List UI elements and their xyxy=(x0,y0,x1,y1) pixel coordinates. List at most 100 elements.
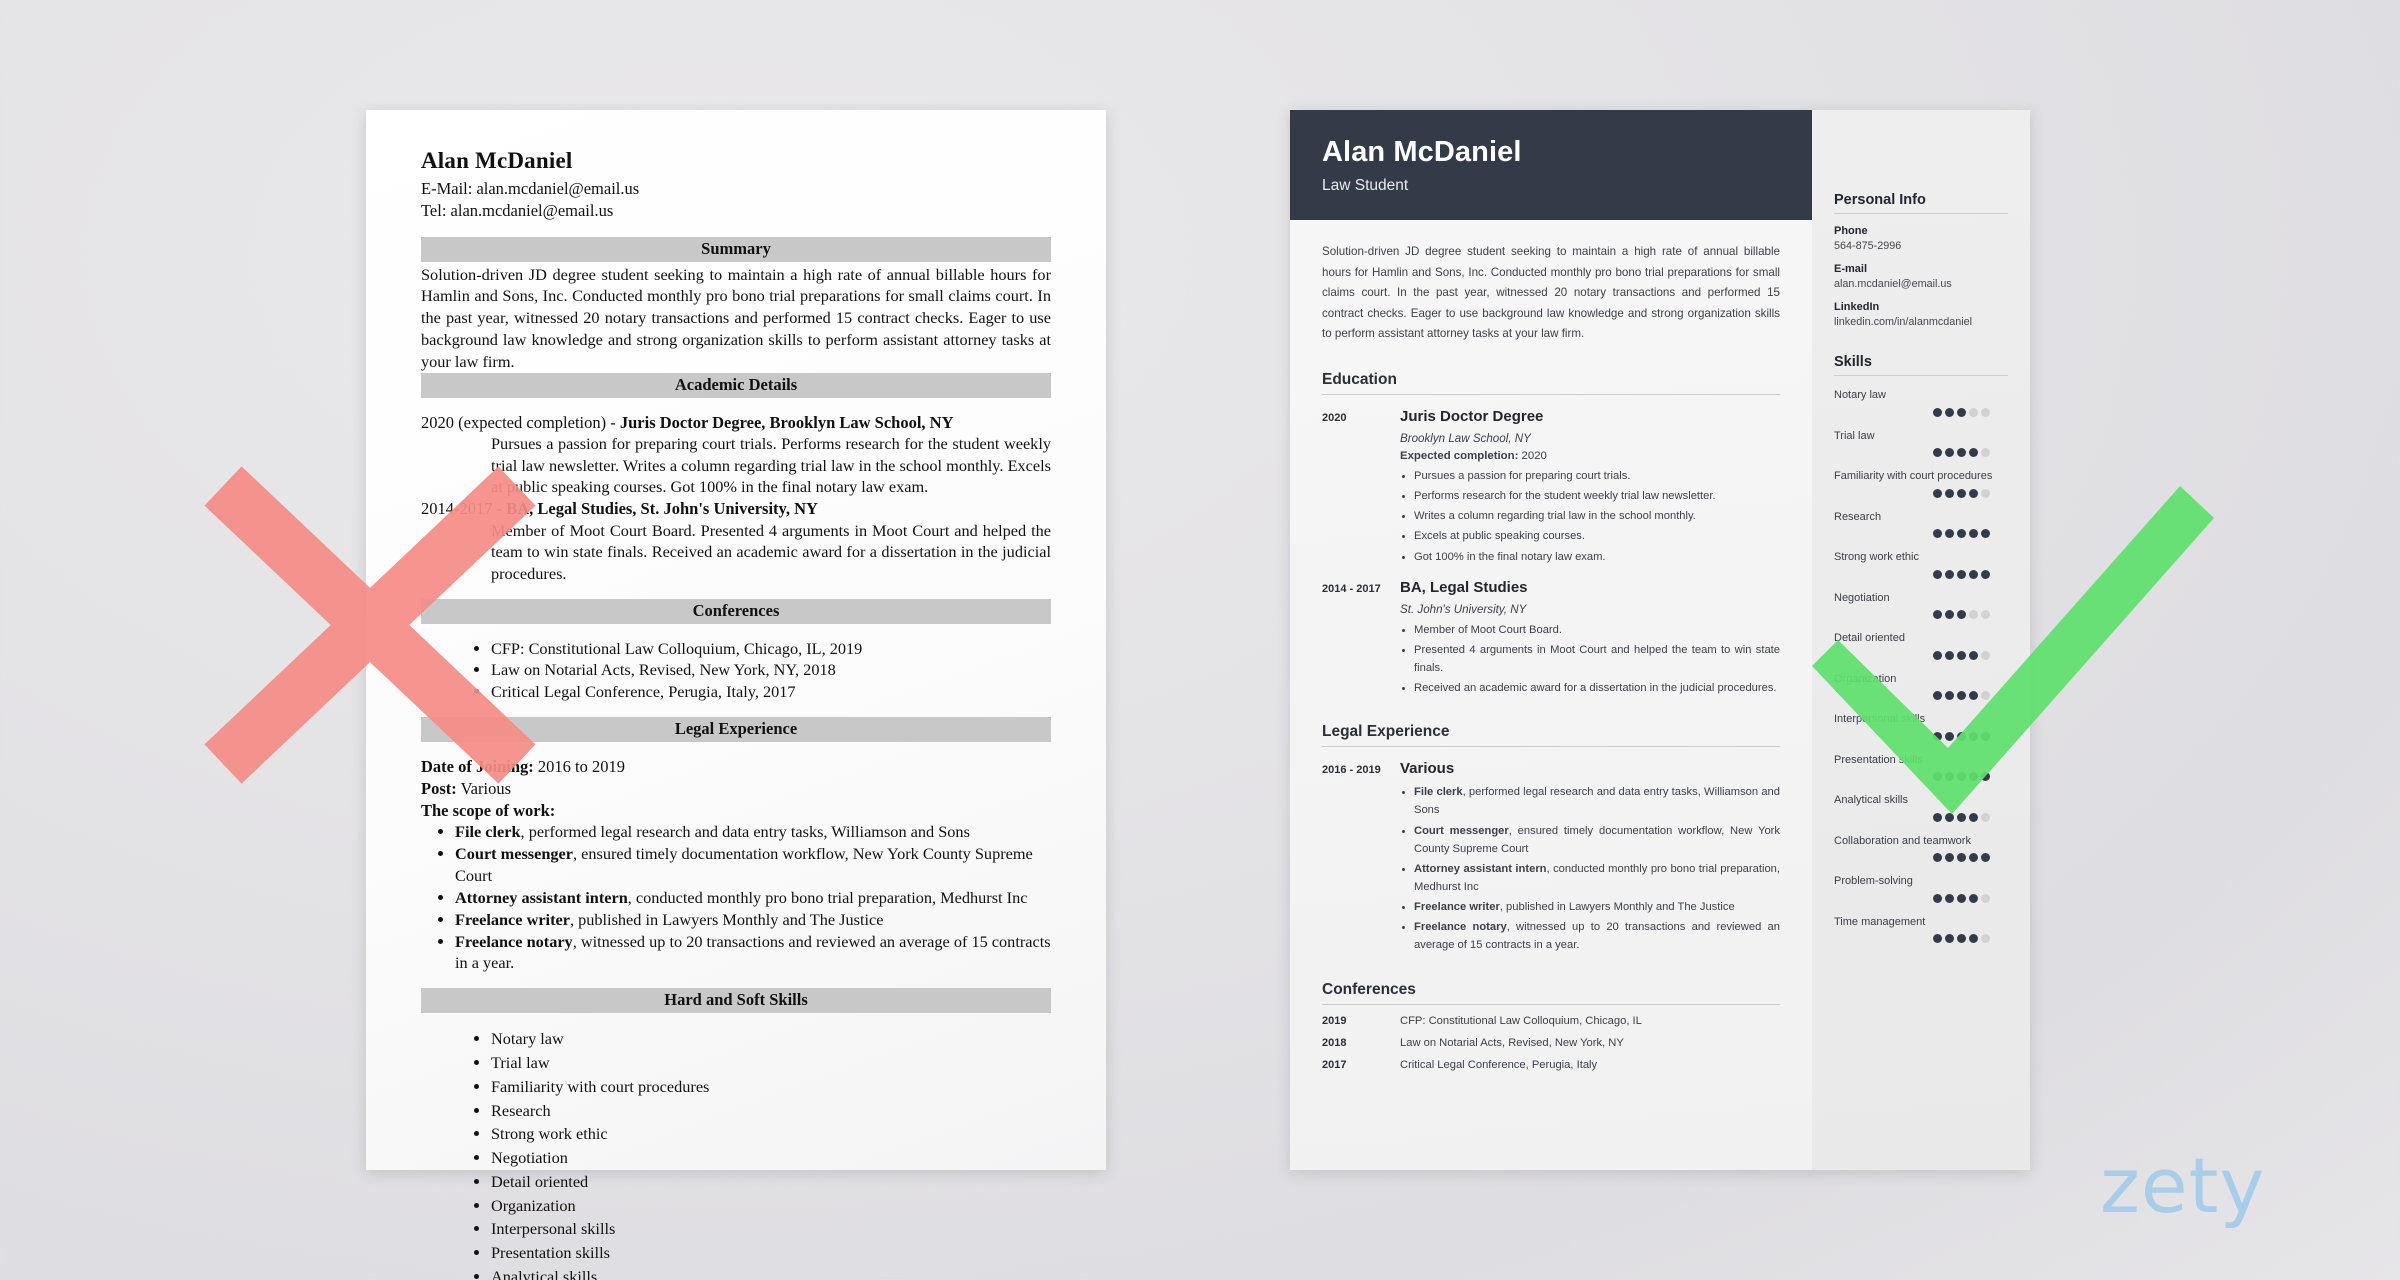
list-item: Court messenger, ensured timely document… xyxy=(455,843,1051,887)
good-conference-year: 2017 xyxy=(1322,1058,1347,1071)
rating-dot xyxy=(1981,407,1990,417)
skill-row: Negotiation xyxy=(1834,590,2008,619)
rating-dot xyxy=(1981,569,1990,579)
skill-name: Negotiation xyxy=(1834,591,1890,604)
list-item: Received an academic award for a dissert… xyxy=(1414,679,1780,697)
bad-skills-list: Notary lawTrial lawFamiliarity with cour… xyxy=(421,1027,1051,1280)
rating-dot xyxy=(1945,691,1954,700)
list-item: Attorney assistant intern, conducted mon… xyxy=(1414,860,1780,896)
skill-name: Time management xyxy=(1834,915,1926,928)
rating-dot xyxy=(1969,772,1978,781)
bad-experience-date: Date of Joining: 2016 to 2019 xyxy=(421,757,625,777)
skill-rating-dots xyxy=(1834,934,2008,943)
rating-dot xyxy=(1969,853,1978,862)
list-item: Presented 4 arguments in Moot Court and … xyxy=(1414,641,1780,677)
rating-dot xyxy=(1933,772,1942,781)
rating-dot xyxy=(1969,529,1978,538)
list-item: Research xyxy=(491,1099,1051,1123)
list-item: Court messenger, ensured timely document… xyxy=(1414,822,1780,858)
rating-dot xyxy=(1933,934,1942,943)
list-item: Pursues a passion for preparing court tr… xyxy=(1414,467,1780,485)
bad-experience-post: Post: Various xyxy=(421,778,511,798)
list-item: Performs research for the student weekly… xyxy=(1414,487,1780,505)
bad-resume-email-line: E-Mail: alan.mcdaniel@email.us xyxy=(421,179,640,198)
rating-dot xyxy=(1981,691,1990,700)
good-section-header-conferences: Conferences xyxy=(1322,981,1780,1005)
bad-academic-degree: Juris Doctor Degree, Brooklyn Law School… xyxy=(619,412,954,432)
skill-rating-dots xyxy=(1834,569,2008,579)
skill-row: Interpersonal skills xyxy=(1834,711,2008,741)
rating-dot xyxy=(1957,569,1966,579)
list-item: Freelance writer, published in Lawyers M… xyxy=(455,909,1051,931)
skill-row: Problem-solving xyxy=(1834,873,2008,903)
good-resume-sidebar: Personal Info Phone 564-875-2996 E-mail … xyxy=(1812,110,2030,1170)
rating-dot xyxy=(1969,650,1978,660)
skill-name: Interpersonal skills xyxy=(1834,713,1926,725)
good-education-bullets: Pursues a passion for preparing court tr… xyxy=(1400,467,1780,566)
rating-dot xyxy=(1945,772,1954,781)
rating-dot xyxy=(1969,893,1978,903)
rating-dot xyxy=(1945,650,1954,660)
good-section-header-experience: Legal Experience xyxy=(1322,723,1780,748)
skill-row: Analytical skills xyxy=(1834,792,2008,822)
skill-name: Notary law xyxy=(1834,389,1886,401)
skill-name: Familiarity with court procedures xyxy=(1834,470,1993,482)
good-resume-name: Alan McDaniel xyxy=(1322,136,1522,168)
skill-rating-dots xyxy=(1834,731,2008,741)
good-education-meta: Expected completion: 2020 xyxy=(1400,450,1547,463)
list-item: Presentation skills xyxy=(491,1241,1051,1265)
good-education-date: 2014 - 2017 xyxy=(1322,582,1381,595)
list-item: Organization xyxy=(491,1194,1051,1218)
rating-dot xyxy=(1933,488,1942,498)
bad-resume-name: Alan McDaniel xyxy=(421,148,573,173)
rating-dot xyxy=(1933,529,1942,538)
good-section-header-skills: Skills xyxy=(1834,354,2008,376)
skill-rating-dots xyxy=(1834,650,2008,660)
rating-dot xyxy=(1945,448,1954,457)
good-conferences-list: 2019 CFP: Constitutional Law Colloquium, … xyxy=(1322,1015,1780,1071)
rating-dot xyxy=(1957,893,1966,903)
rating-dot xyxy=(1969,731,1978,741)
skill-row: Research xyxy=(1834,509,2008,538)
rating-dot xyxy=(1957,407,1966,417)
bad-resume-tel-line: Tel: alan.mcdaniel@email.us xyxy=(421,201,614,221)
rating-dot xyxy=(1933,731,1942,741)
list-item: Excels at public speaking courses. xyxy=(1414,527,1780,545)
bad-academic-entry: 2020 (expected completion) - Juris Docto… xyxy=(421,412,1051,498)
rating-dot xyxy=(1981,893,1990,903)
rating-dot xyxy=(1981,934,1990,943)
bad-conferences-list: CFP: Constitutional Law Colloquium, Chic… xyxy=(421,638,1051,703)
rating-dot xyxy=(1969,610,1978,619)
good-experience-bullets: File clerk, performed legal research and… xyxy=(1400,783,1780,954)
rating-dot xyxy=(1981,488,1990,498)
rating-dot xyxy=(1957,650,1966,660)
rating-dot xyxy=(1981,529,1990,538)
bad-resume-document: Alan McDaniel E-Mail: alan.mcdaniel@emai… xyxy=(366,110,1106,1280)
skill-rating-dots xyxy=(1834,407,2008,417)
skill-name: Strong work ethic xyxy=(1834,551,1919,563)
list-item: Law on Notarial Acts, Revised, New York,… xyxy=(491,659,1051,681)
rating-dot xyxy=(1981,610,1990,619)
good-resume-main-column: Alan McDaniel Law Student Solution-drive… xyxy=(1290,110,1812,1170)
skill-rating-dots xyxy=(1834,893,2008,903)
skill-row: Organization xyxy=(1834,671,2008,700)
skill-rating-dots xyxy=(1834,772,2008,781)
list-item: Interpersonal skills xyxy=(491,1217,1051,1241)
bad-experience-scope-label: The scope of work: xyxy=(421,800,556,820)
rating-dot xyxy=(1969,934,1978,943)
good-experience-entry: 2016 - 2019 Various File clerk, performe… xyxy=(1322,760,1780,954)
skill-rating-dots xyxy=(1834,448,2008,457)
good-resume-header: Alan McDaniel Law Student xyxy=(1290,110,1812,220)
good-experience-role: Various xyxy=(1400,760,1455,778)
skill-name: Collaboration and teamwork xyxy=(1834,834,1971,847)
bad-section-header-academic: Academic Details xyxy=(421,372,1051,398)
rating-dot xyxy=(1945,893,1954,903)
bad-section-header-conferences: Conferences xyxy=(421,598,1051,624)
rating-dot xyxy=(1945,569,1954,579)
bad-academic-entry: 2014-2017 - BA, Legal Studies, St. John'… xyxy=(421,498,1051,584)
rating-dot xyxy=(1933,691,1942,700)
rating-dot xyxy=(1957,610,1966,619)
bad-academic-body: Member of Moot Court Board. Presented 4 … xyxy=(491,520,1051,583)
list-item: Detail oriented xyxy=(491,1170,1051,1194)
rating-dot xyxy=(1933,893,1942,903)
